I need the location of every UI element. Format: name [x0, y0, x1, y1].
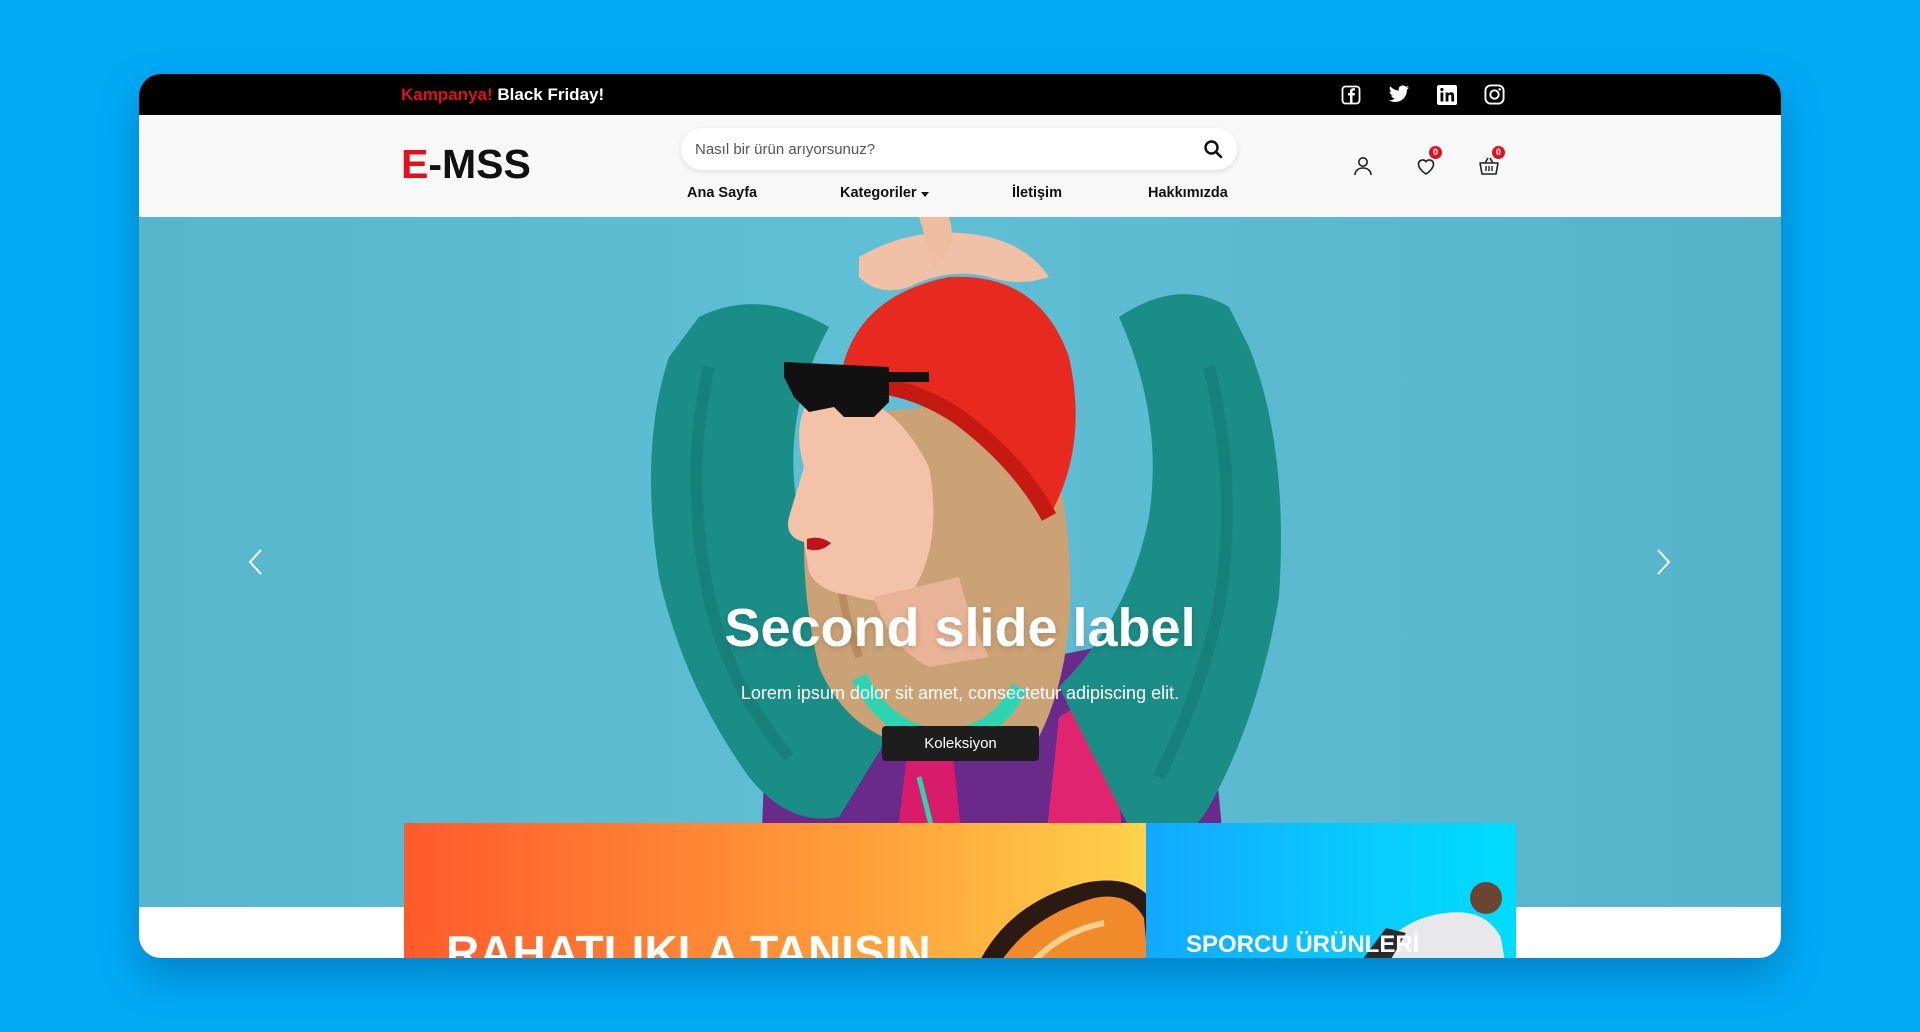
promo-card-sports[interactable]: SPORCU ÜRÜNLERİ	[1146, 823, 1516, 958]
prev-slide-arrow-icon[interactable]	[244, 547, 268, 577]
basket-icon[interactable]: 0	[1477, 146, 1505, 178]
logo-accent: E	[401, 141, 429, 187]
promo-card-title: RAHATLIKLA TANIŞIN	[446, 926, 931, 958]
announcement-bar: Kampanya! Black Friday!	[139, 74, 1781, 115]
hero-image	[651, 217, 1281, 907]
hero-slider: Second slide label Lorem ipsum dolor sit…	[139, 217, 1781, 907]
browser-frame: Kampanya! Black Friday! E-MSS Nasıl bir …	[139, 74, 1781, 958]
twitter-icon[interactable]	[1387, 83, 1410, 106]
nav-item-contact[interactable]: İletişim	[1012, 185, 1062, 201]
nav-item-categories[interactable]: Kategoriler	[840, 185, 929, 201]
promo-highlight: Kampanya!	[401, 85, 493, 104]
hero-subtitle: Lorem ipsum dolor sit amet, consectetur …	[740, 683, 1180, 703]
instagram-icon[interactable]	[1483, 83, 1506, 106]
next-slide-arrow-icon[interactable]	[1651, 547, 1675, 577]
user-icon[interactable]	[1351, 154, 1375, 178]
cart-count-badge: 0	[1492, 146, 1505, 159]
search-icon[interactable]	[1203, 139, 1223, 159]
wishlist-count-badge: 0	[1429, 146, 1442, 159]
sneaker-image	[981, 880, 1146, 958]
facebook-icon[interactable]	[1339, 83, 1362, 106]
nav-item-categories-label: Kategoriler	[840, 185, 917, 201]
promo-card-title: SPORCU ÜRÜNLERİ	[1186, 931, 1420, 958]
promo-text: Kampanya! Black Friday!	[401, 85, 604, 105]
promo-label: Black Friday!	[497, 85, 605, 104]
site-logo[interactable]: E-MSS	[401, 141, 531, 188]
social-links	[1339, 83, 1506, 106]
search-input[interactable]	[695, 128, 1175, 170]
nav-item-home[interactable]: Ana Sayfa	[687, 185, 757, 201]
collection-button[interactable]: Koleksiyon	[882, 726, 1039, 761]
search-bar	[681, 128, 1237, 170]
linkedin-icon[interactable]	[1435, 83, 1458, 106]
logo-text: -MSS	[428, 141, 531, 187]
site-header: E-MSS Ana Sayfa Kategoriler İletişim Hak…	[139, 115, 1781, 217]
caret-down-icon	[920, 185, 929, 201]
hero-title: Second slide label	[724, 598, 1196, 658]
promo-card-comfort[interactable]: RAHATLIKLA TANIŞIN	[404, 823, 1146, 958]
nav-item-about[interactable]: Hakkımızda	[1148, 185, 1228, 201]
heart-icon[interactable]: 0	[1414, 146, 1442, 178]
